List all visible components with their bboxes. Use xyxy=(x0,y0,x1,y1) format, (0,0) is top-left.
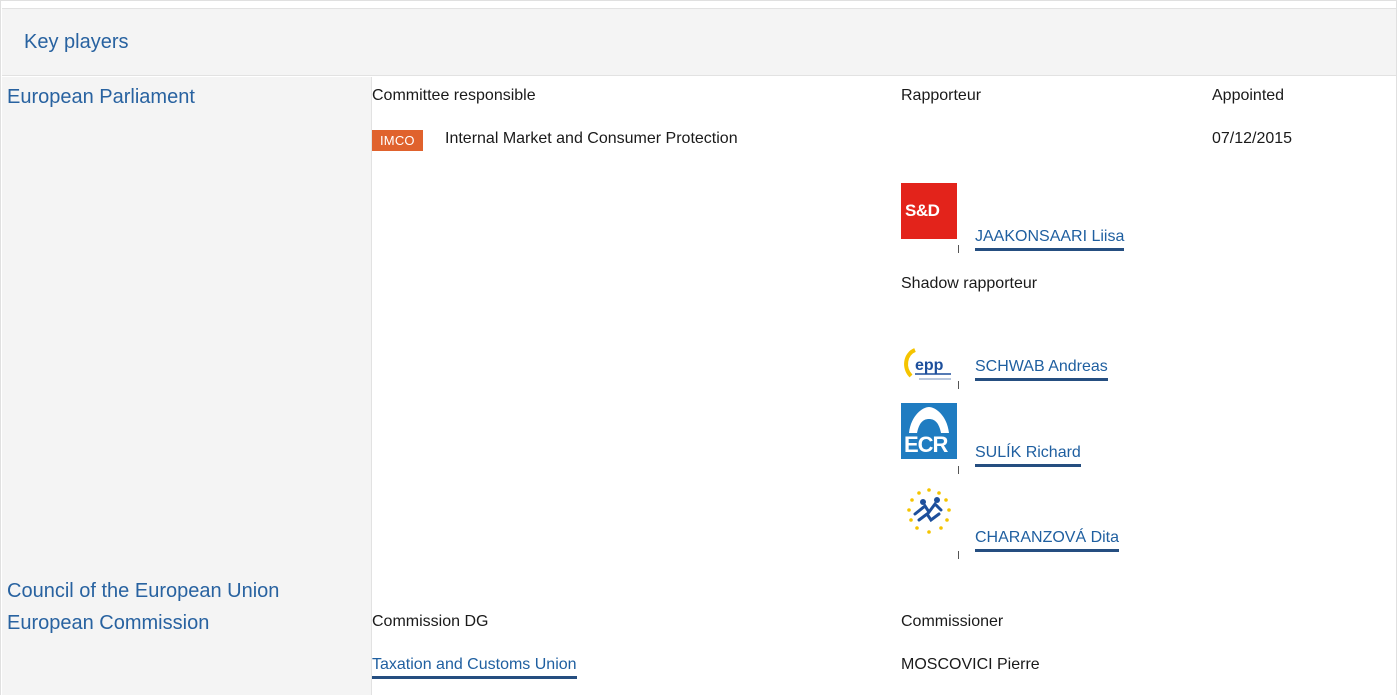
rapporteur-header: Rapporteur xyxy=(901,87,982,104)
epp-group-logo-icon: epp xyxy=(904,348,951,380)
commissioner-name: MOSCOVICI Pierre xyxy=(901,656,1040,673)
logo-tick xyxy=(958,551,959,559)
rapporteur-link[interactable]: JAAKONSAARI Liisa xyxy=(975,228,1125,251)
commission-dg-header: Commission DG xyxy=(372,613,489,630)
shadow-rapporteur-link[interactable]: SULÍK Richard xyxy=(975,444,1081,467)
shadow-rapporteur-link[interactable]: SCHWAB Andreas xyxy=(975,358,1108,381)
shadow-rapporteur-header: Shadow rapporteur xyxy=(901,275,1038,292)
ecr-group-logo-icon: ECR xyxy=(901,403,957,459)
appointed-header: Appointed xyxy=(1212,87,1285,104)
logo-tick xyxy=(958,466,959,474)
institution-council[interactable]: Council of the European Union xyxy=(7,580,279,603)
svg-text:epp: epp xyxy=(915,357,944,374)
logo-tick xyxy=(958,245,959,253)
appointed-date: 07/12/2015 xyxy=(1212,130,1293,147)
shadow-rapporteur-link[interactable]: CHARANZOVÁ Dita xyxy=(975,529,1120,552)
institution-european-commission[interactable]: European Commission xyxy=(7,612,209,635)
institution-european-parliament[interactable]: European Parliament xyxy=(7,86,195,109)
sd-group-logo-icon: S&D xyxy=(901,183,957,239)
alde-group-logo-icon xyxy=(907,488,951,534)
commission-dg-link[interactable]: Taxation and Customs Union xyxy=(372,656,577,679)
panel-title: Key players xyxy=(24,31,129,53)
panel-header: Key players xyxy=(2,8,1396,76)
committee-responsible-header: Committee responsible xyxy=(372,87,536,104)
imco-badge[interactable]: IMCO xyxy=(372,130,423,151)
committee-name: Internal Market and Consumer Protection xyxy=(445,130,738,147)
commissioner-header: Commissioner xyxy=(901,613,1004,630)
logo-tick xyxy=(958,381,959,389)
